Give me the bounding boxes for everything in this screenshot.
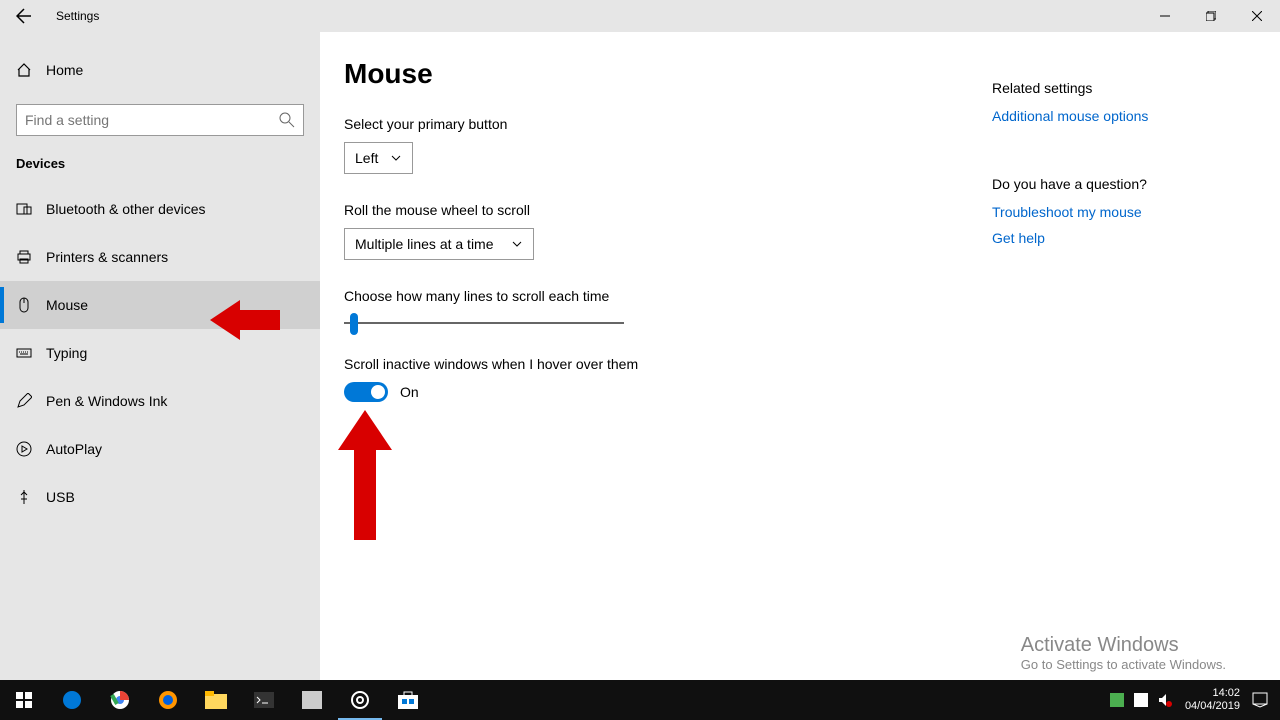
sidebar-home[interactable]: Home xyxy=(0,50,320,90)
titlebar: Settings xyxy=(0,0,1280,32)
printer-icon xyxy=(16,249,32,265)
get-help-link[interactable]: Get help xyxy=(992,230,1232,246)
windows-icon xyxy=(16,692,32,708)
keyboard-icon xyxy=(16,345,32,361)
autoplay-icon xyxy=(16,441,32,457)
folder-icon xyxy=(205,691,227,709)
back-button[interactable] xyxy=(0,0,48,32)
additional-options-link[interactable]: Additional mouse options xyxy=(992,108,1232,124)
taskbar-explorer[interactable] xyxy=(192,680,240,720)
time-text: 14:02 xyxy=(1185,687,1240,700)
content-area: Mouse Select your primary button Left Ro… xyxy=(320,32,1280,680)
sidebar-item-bluetooth[interactable]: Bluetooth & other devices xyxy=(0,185,320,233)
sidebar: Home Devices Bluetooth & other devices P… xyxy=(0,32,320,680)
sidebar-item-usb[interactable]: USB xyxy=(0,473,320,521)
taskbar: 14:02 04/04/2019 xyxy=(0,680,1280,720)
taskbar-edge[interactable] xyxy=(48,680,96,720)
sidebar-item-pen[interactable]: Pen & Windows Ink xyxy=(0,377,320,425)
taskbar-clock[interactable]: 14:02 04/04/2019 xyxy=(1185,687,1240,713)
taskbar-store[interactable] xyxy=(384,680,432,720)
pen-icon xyxy=(16,393,32,409)
bluetooth-icon xyxy=(16,201,32,217)
tray-security-icon[interactable] xyxy=(1105,693,1129,707)
back-arrow-icon xyxy=(16,8,32,24)
related-panel: Related settings Additional mouse option… xyxy=(992,80,1232,256)
sidebar-item-printers[interactable]: Printers & scanners xyxy=(0,233,320,281)
system-tray: 14:02 04/04/2019 xyxy=(1105,687,1280,713)
tray-volume-icon[interactable] xyxy=(1153,693,1177,707)
tray-network-icon[interactable] xyxy=(1129,693,1153,707)
lines-label: Choose how many lines to scroll each tim… xyxy=(344,288,1280,304)
store-icon xyxy=(398,691,418,709)
sidebar-item-autoplay[interactable]: AutoPlay xyxy=(0,425,320,473)
start-button[interactable] xyxy=(0,680,48,720)
chrome-icon xyxy=(109,689,131,711)
toggle-knob xyxy=(371,385,385,399)
window-title: Settings xyxy=(56,9,99,23)
nav-label: Printers & scanners xyxy=(46,249,168,265)
taskbar-app[interactable] xyxy=(288,680,336,720)
search-icon xyxy=(279,112,295,128)
taskbar-terminal[interactable] xyxy=(240,680,288,720)
home-icon xyxy=(16,62,32,78)
nav-label: USB xyxy=(46,489,75,505)
dropdown-value: Left xyxy=(355,150,378,166)
close-button[interactable] xyxy=(1234,0,1280,32)
watermark-title: Activate Windows xyxy=(1021,634,1226,657)
primary-button-dropdown[interactable]: Left xyxy=(344,142,413,174)
taskbar-firefox[interactable] xyxy=(144,680,192,720)
gear-icon xyxy=(350,690,370,710)
slider-thumb[interactable] xyxy=(350,313,358,335)
annotation-arrow-up xyxy=(338,410,392,540)
taskbar-chrome[interactable] xyxy=(96,680,144,720)
watermark-sub: Go to Settings to activate Windows. xyxy=(1021,657,1226,672)
app-icon xyxy=(302,691,322,709)
nav-label: AutoPlay xyxy=(46,441,102,457)
usb-icon xyxy=(16,489,32,505)
annotation-arrow-left xyxy=(210,298,280,342)
inactive-toggle[interactable] xyxy=(344,382,388,402)
lines-slider[interactable] xyxy=(344,322,624,324)
inactive-label: Scroll inactive windows when I hover ove… xyxy=(344,356,1280,372)
home-label: Home xyxy=(46,62,83,78)
scroll-wheel-dropdown[interactable]: Multiple lines at a time xyxy=(344,228,534,260)
related-heading: Related settings xyxy=(992,80,1232,96)
tray-notifications-icon[interactable] xyxy=(1248,692,1272,708)
search-input-container[interactable] xyxy=(16,104,304,136)
troubleshoot-link[interactable]: Troubleshoot my mouse xyxy=(992,204,1232,220)
nav-label: Mouse xyxy=(46,297,88,313)
activation-watermark: Activate Windows Go to Settings to activ… xyxy=(1021,634,1226,672)
minimize-button[interactable] xyxy=(1142,0,1188,32)
dropdown-value: Multiple lines at a time xyxy=(355,236,494,252)
search-input[interactable] xyxy=(25,112,279,128)
restore-button[interactable] xyxy=(1188,0,1234,32)
chevron-down-icon xyxy=(511,238,523,250)
terminal-icon xyxy=(254,692,274,708)
question-heading: Do you have a question? xyxy=(992,176,1232,192)
date-text: 04/04/2019 xyxy=(1185,700,1240,713)
category-label: Devices xyxy=(0,156,320,171)
firefox-icon xyxy=(157,689,179,711)
edge-icon xyxy=(61,689,83,711)
chevron-down-icon xyxy=(390,152,402,164)
nav-label: Typing xyxy=(46,345,87,361)
nav-label: Bluetooth & other devices xyxy=(46,201,206,217)
taskbar-settings[interactable] xyxy=(336,680,384,720)
nav-label: Pen & Windows Ink xyxy=(46,393,167,409)
toggle-state: On xyxy=(400,384,419,400)
window-controls xyxy=(1142,0,1280,32)
mouse-icon xyxy=(16,297,32,313)
